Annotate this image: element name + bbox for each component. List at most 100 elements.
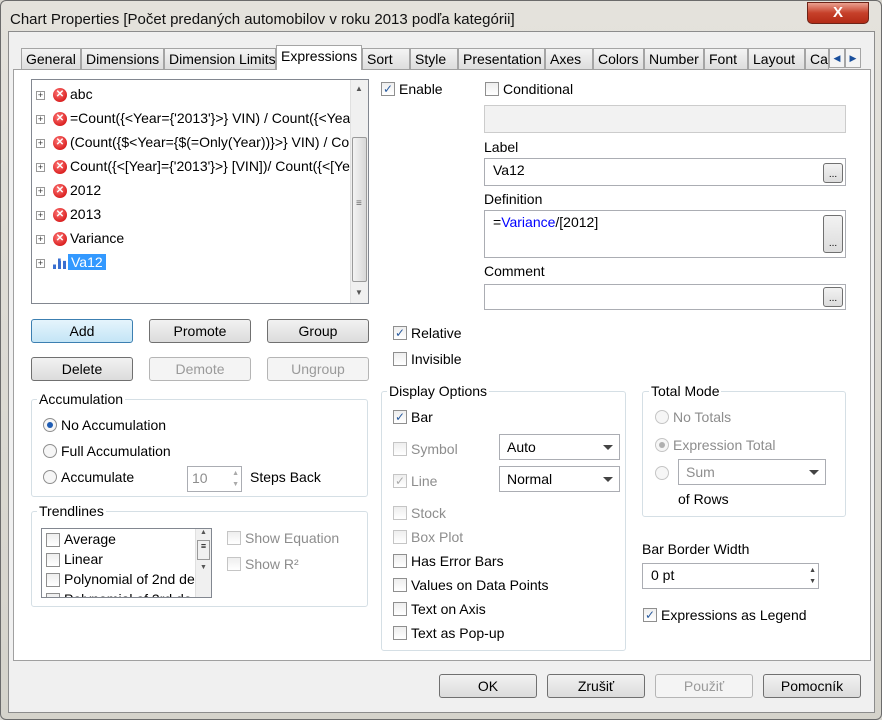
bar-checkbox[interactable]: ✓: [393, 410, 407, 424]
conditional-checkbox[interactable]: [485, 82, 499, 96]
tab-sort[interactable]: Sort: [362, 48, 410, 70]
tab-style[interactable]: Style: [410, 48, 458, 70]
error-bars-checkbox[interactable]: [393, 554, 407, 568]
comment-input[interactable]: [484, 284, 846, 310]
symbol-checkbox[interactable]: [393, 442, 407, 456]
bar-border-width-input[interactable]: 0 pt ▲ ▼: [642, 563, 819, 589]
values-on-points-checkbox[interactable]: [393, 578, 407, 592]
text-on-axis-checkbox[interactable]: [393, 602, 407, 616]
expand-icon[interactable]: +: [36, 90, 45, 100]
error-icon: ✕: [53, 136, 67, 151]
cancel-button[interactable]: Zrušiť: [547, 674, 645, 698]
tab-presentation[interactable]: Presentation: [458, 48, 545, 70]
add-button[interactable]: Add: [31, 319, 133, 343]
expression-item[interactable]: + ✕ Count({<[Year]={'2013'}>} [VIN])/ Coun…: [36, 155, 350, 177]
aggregate-select[interactable]: Sum: [678, 459, 826, 485]
box-plot-checkbox[interactable]: [393, 530, 407, 544]
expand-icon[interactable]: +: [36, 210, 45, 220]
tab-layout[interactable]: Layout: [748, 48, 805, 70]
tab-font[interactable]: Font: [704, 48, 748, 70]
apply-button[interactable]: Použiť: [655, 674, 753, 698]
delete-button[interactable]: Delete: [31, 357, 133, 381]
ungroup-button[interactable]: Ungroup: [267, 357, 369, 381]
list-scrollbar[interactable]: ▲ ≡ ▼: [350, 80, 368, 303]
full-accumulation-radio[interactable]: [43, 444, 57, 458]
no-accumulation-radio[interactable]: [43, 418, 57, 432]
symbol-select[interactable]: Auto: [499, 434, 620, 460]
scroll-down-icon[interactable]: ▼: [355, 288, 363, 297]
no-totals-radio[interactable]: [655, 410, 669, 424]
tab-colors[interactable]: Colors: [593, 48, 644, 70]
tab-expressions[interactable]: Expressions: [276, 45, 362, 70]
conditional-input[interactable]: [484, 105, 846, 133]
comment-edit-button[interactable]: ...: [823, 287, 843, 307]
scroll-thumb[interactable]: ≡: [352, 137, 367, 282]
expression-total-radio[interactable]: [655, 438, 669, 452]
tab-general[interactable]: General: [21, 48, 81, 70]
enable-checkbox[interactable]: ✓: [381, 82, 395, 96]
expression-item[interactable]: + ✕ 2013: [36, 203, 350, 225]
line-style-select[interactable]: Normal: [499, 466, 620, 492]
comment-caption: Comment: [484, 263, 545, 279]
label-edit-button[interactable]: ...: [823, 163, 843, 183]
accumulate-radio[interactable]: [43, 470, 57, 484]
demote-button[interactable]: Demote: [149, 357, 251, 381]
trendline-item[interactable]: Average: [46, 531, 116, 548]
expression-item[interactable]: + Va12: [36, 251, 350, 273]
trendlines-scrollbar[interactable]: ▲ ≡ ▼: [195, 529, 211, 597]
expand-icon[interactable]: +: [36, 162, 45, 172]
line-label: Line: [411, 473, 438, 489]
label-input[interactable]: Va12: [484, 158, 846, 186]
line-checkbox[interactable]: ✓: [393, 474, 407, 488]
definition-edit-button[interactable]: ...: [823, 215, 843, 253]
ok-button[interactable]: OK: [439, 674, 537, 698]
trendline-item[interactable]: Polynomial of 3rd de: [46, 591, 192, 597]
stock-label: Stock: [411, 505, 447, 521]
stock-checkbox[interactable]: [393, 506, 407, 520]
group-button[interactable]: Group: [267, 319, 369, 343]
trendlines-list[interactable]: Average Linear Polynomial of 2nd de Polynom…: [41, 528, 212, 598]
scroll-up-icon[interactable]: ▲: [355, 84, 363, 93]
text-popup-checkbox[interactable]: [393, 626, 407, 640]
steps-back-stepper[interactable]: 10 ▲ ▼: [187, 466, 242, 492]
trendline-checkbox[interactable]: [46, 573, 60, 588]
expand-icon[interactable]: +: [36, 234, 45, 244]
tab-ca[interactable]: Ca: [805, 48, 829, 70]
symbol-label: Symbol: [411, 441, 458, 457]
expression-list[interactable]: + ✕ abc + ✕ =Count({<Year={'2013'}>} VIN) / C…: [31, 79, 369, 304]
trendline-item[interactable]: Linear: [46, 551, 103, 568]
stepper-arrows-icon[interactable]: ▲ ▼: [232, 468, 239, 490]
close-button[interactable]: X: [807, 2, 869, 24]
tab-scroll-left-icon[interactable]: ◀: [829, 48, 845, 68]
aggregate-radio[interactable]: [655, 466, 669, 480]
stepper-arrows-icon[interactable]: ▲ ▼: [809, 565, 816, 587]
tab-dimension-limits[interactable]: Dimension Limits: [164, 48, 276, 70]
relative-checkbox[interactable]: ✓: [393, 326, 407, 340]
tab-scroll-right-icon[interactable]: ▶: [845, 48, 861, 68]
expression-item[interactable]: + ✕ (Count({$<Year={$(=Only(Year))}>} VIN)…: [36, 131, 350, 153]
trendline-item[interactable]: Polynomial of 2nd de: [46, 571, 195, 588]
tab-dimensions[interactable]: Dimensions: [81, 48, 164, 70]
trendline-checkbox[interactable]: [46, 593, 60, 597]
expression-item[interactable]: + ✕ abc: [36, 83, 350, 105]
show-equation-checkbox[interactable]: [227, 531, 241, 545]
expression-item[interactable]: + ✕ Variance: [36, 227, 350, 249]
expression-item[interactable]: + ✕ 2012: [36, 179, 350, 201]
expand-icon[interactable]: +: [36, 114, 45, 124]
tab-axes[interactable]: Axes: [545, 48, 593, 70]
trendline-checkbox[interactable]: [46, 553, 60, 568]
definition-input[interactable]: =Variance/[2012]: [484, 210, 846, 258]
definition-eq: =: [493, 214, 502, 230]
invisible-checkbox[interactable]: [393, 352, 407, 366]
promote-button[interactable]: Promote: [149, 319, 251, 343]
help-button[interactable]: Pomocník: [763, 674, 861, 698]
show-r2-checkbox[interactable]: [227, 557, 241, 571]
no-accumulation-label: No Accumulation: [61, 417, 167, 433]
trendline-checkbox[interactable]: [46, 533, 60, 548]
expand-icon[interactable]: +: [36, 258, 45, 268]
expand-icon[interactable]: +: [36, 186, 45, 196]
expand-icon[interactable]: +: [36, 138, 45, 148]
expressions-as-legend-checkbox[interactable]: ✓: [643, 608, 657, 622]
expression-item[interactable]: + ✕ =Count({<Year={'2013'}>} VIN) / Count(…: [36, 107, 350, 129]
tab-number[interactable]: Number: [644, 48, 704, 70]
